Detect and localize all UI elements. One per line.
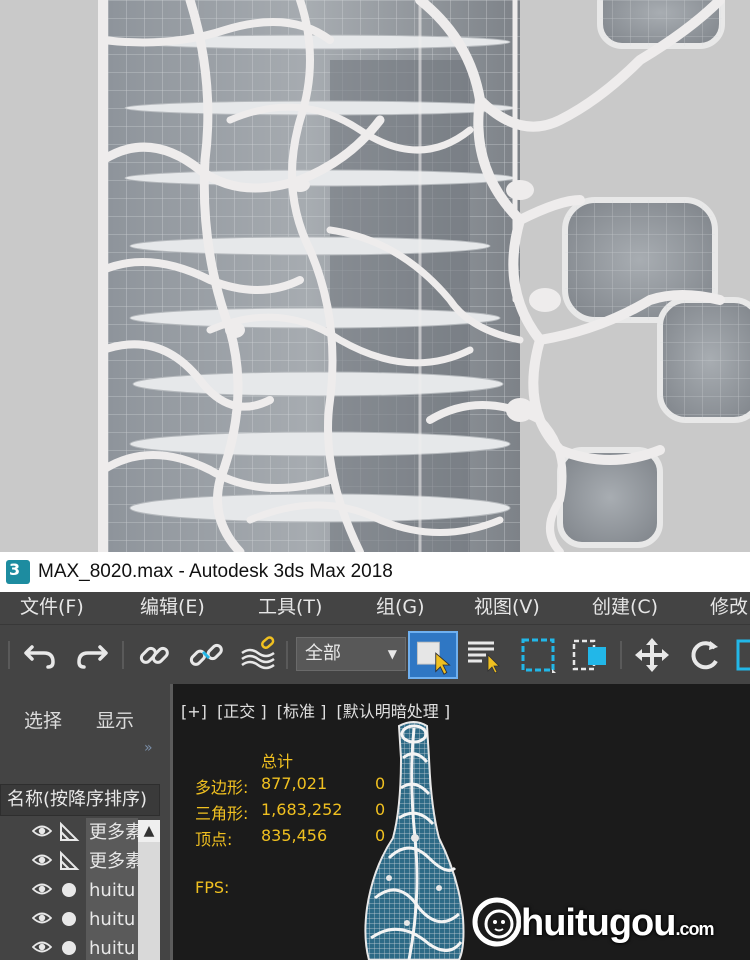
stats-value: 835,456 (261, 826, 328, 845)
geometry-sphere-icon (62, 883, 76, 897)
menu-bar: 文件(F) 编辑(E) 工具(T) 组(G) 视图(V) 创建(C) 修改 (0, 592, 750, 624)
3dsmax-logo-icon: 3 (6, 560, 30, 584)
window-title: MAX_8020.max - Autodesk 3ds Max 2018 (38, 561, 393, 582)
rotate-icon[interactable] (684, 635, 724, 675)
camera-object-icon (60, 821, 80, 841)
tab-select[interactable]: 选择 (24, 706, 62, 733)
parametric-tower-render (0, 0, 750, 552)
tower-wireframe-model[interactable] (359, 718, 469, 960)
menu-create[interactable]: 创建(C) (592, 592, 658, 624)
stats-value: 1,683,252 (261, 800, 343, 819)
stats-label: 多边形: (195, 778, 249, 797)
visibility-eye-icon[interactable] (32, 824, 52, 838)
scene-row-label: 更多素 (86, 818, 138, 847)
scene-row-label: 更多素 (86, 847, 138, 876)
geometry-sphere-icon (62, 941, 76, 955)
menu-file[interactable]: 文件(F) (20, 592, 84, 624)
menu-edit[interactable]: 编辑(E) (140, 592, 205, 624)
menu-modify[interactable]: 修改 (710, 592, 748, 624)
undo-icon[interactable] (20, 635, 60, 675)
expand-panel-icon[interactable]: » (144, 740, 153, 756)
huitugou-logo-icon (472, 897, 521, 947)
unlink-icon[interactable] (186, 635, 226, 675)
tab-display[interactable]: 显示 (96, 706, 134, 733)
visibility-eye-icon[interactable] (32, 940, 52, 954)
watermark-text: huitugou.com (521, 902, 715, 945)
scene-row[interactable]: 更多素 (0, 818, 160, 847)
watermark-brand: huitugou (521, 902, 676, 944)
rect-selection-region-icon[interactable] (518, 635, 558, 675)
scene-row-label: huitu (86, 934, 138, 960)
scene-row[interactable]: 更多素 (0, 847, 160, 876)
visibility-eye-icon[interactable] (32, 911, 52, 925)
visibility-eye-icon[interactable] (32, 853, 52, 867)
toolbar-grip (8, 641, 10, 669)
main-toolbar: 全部 ▼ (0, 624, 750, 684)
scene-row[interactable]: huitu (0, 905, 160, 934)
scene-row[interactable]: huitu (0, 876, 160, 905)
move-icon[interactable] (632, 635, 672, 675)
chevron-down-icon: ▼ (387, 647, 397, 661)
name-column-header[interactable]: 名称(按降序排序) (0, 784, 160, 816)
geometry-sphere-icon (62, 912, 76, 926)
stats-polygons: 多边形: 877,021 0 (195, 774, 385, 798)
stats-value: 877,021 (261, 774, 328, 793)
toolbar-separator (620, 641, 622, 669)
stats-fps-label: FPS: (195, 878, 230, 897)
toolbar-separator (286, 641, 288, 669)
toolbar-separator (122, 641, 124, 669)
watermark-domain: .com (675, 919, 714, 939)
selection-filter-value: 全部 (305, 643, 341, 664)
huitugou-watermark: huitugou.com (469, 884, 750, 960)
scale-icon[interactable] (734, 635, 750, 675)
camera-object-icon (60, 850, 80, 870)
stats-triangles: 三角形: 1,683,252 0 (195, 800, 385, 824)
render-preview-image (0, 0, 750, 552)
scene-row-label: huitu (86, 905, 138, 934)
stats-label: 三角形: (195, 804, 249, 823)
viewport-front-ortho[interactable]: [+] [正交 ] [标准 ] [默认明暗处理 ] 总计 多边形: 877,02… (170, 684, 750, 960)
visibility-eye-icon[interactable] (32, 882, 52, 896)
menu-group[interactable]: 组(G) (376, 592, 425, 624)
stats-total-header: 总计 (261, 752, 294, 771)
select-object-icon[interactable] (408, 631, 458, 679)
link-icon[interactable] (134, 635, 174, 675)
scroll-up-icon[interactable]: ▲ (138, 820, 160, 842)
menu-tools[interactable]: 工具(T) (258, 592, 322, 624)
window-crossing-icon[interactable] (570, 635, 610, 675)
scene-explorer-panel: 选择 显示 » 名称(按降序排序) 更多素 更多素 huitu huitu hu… (0, 684, 170, 960)
scene-row-label: huitu (86, 876, 138, 905)
menu-views[interactable]: 视图(V) (474, 592, 540, 624)
selection-filter-dropdown[interactable]: 全部 ▼ (296, 637, 406, 671)
scene-tree-scrollbar[interactable]: ▲ (138, 820, 160, 960)
stats-vertices: 顶点: 835,456 0 (195, 826, 385, 850)
select-by-name-icon[interactable] (464, 635, 504, 675)
bind-spacewarp-icon[interactable] (238, 635, 278, 675)
stats-label: 顶点: (195, 830, 233, 849)
scene-row[interactable]: huitu (0, 934, 160, 960)
redo-icon[interactable] (72, 635, 112, 675)
window-title-bar: 3 MAX_8020.max - Autodesk 3ds Max 2018 (0, 552, 750, 592)
